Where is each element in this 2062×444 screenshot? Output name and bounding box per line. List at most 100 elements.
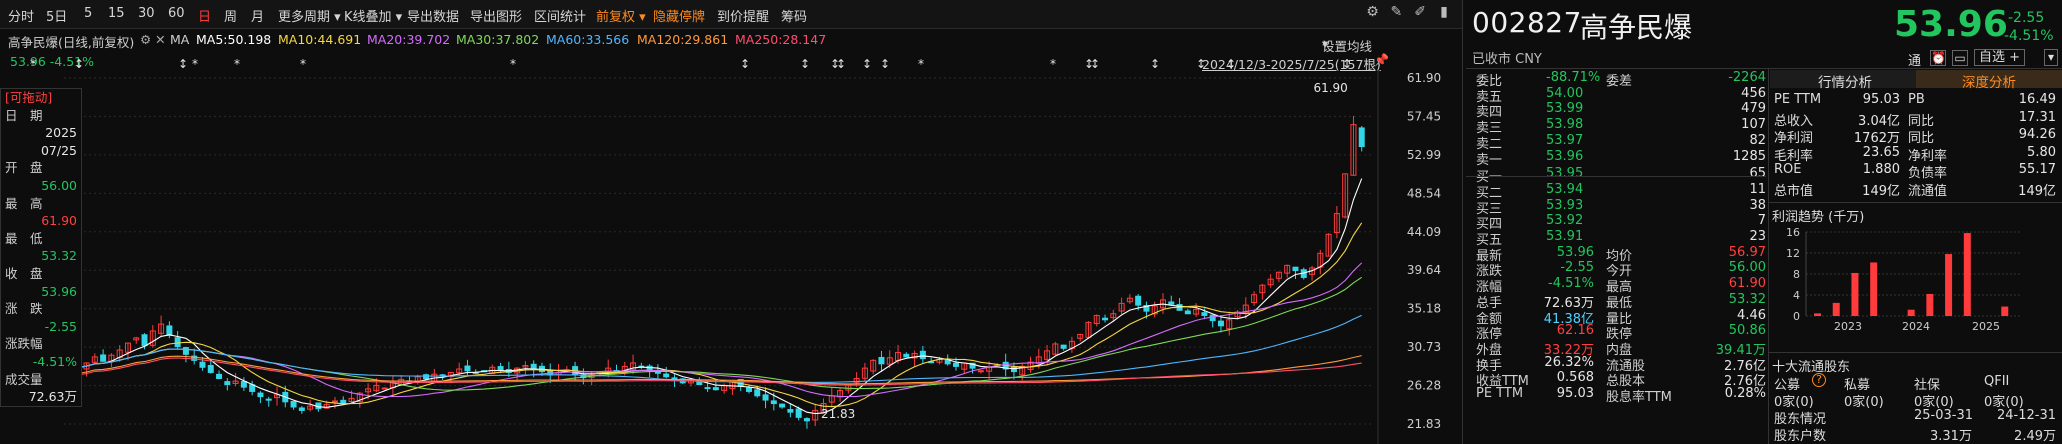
- y-tick-label: 48.54: [1407, 186, 1441, 200]
- stat-value: 56.97: [1728, 244, 1766, 260]
- export-image-button[interactable]: 导出图形: [470, 6, 522, 25]
- ask-row[interactable]: 卖四 53.99 479: [1476, 101, 1766, 120]
- candle-body: [1201, 312, 1208, 316]
- chevron-down-icon[interactable]: ▾: [2044, 49, 2058, 66]
- brush-icon[interactable]: ✐: [1410, 4, 1430, 20]
- y-tick-label: 35.18: [1407, 302, 1441, 316]
- fund-value: 5.80: [2027, 144, 2056, 160]
- profit-bar: [1851, 272, 1859, 316]
- bid-row[interactable]: 买二 53.94 11: [1476, 182, 1766, 201]
- tab-daily[interactable]: 日: [198, 6, 211, 25]
- candle-body: [141, 334, 148, 347]
- info-panel-title[interactable]: [可拖动]: [1, 89, 81, 107]
- candle-body: [803, 418, 810, 422]
- candle-body: [1209, 314, 1216, 322]
- stat-label: PE TTM: [1476, 386, 1524, 401]
- export-data-button[interactable]: 导出数据: [407, 6, 459, 25]
- bid-price: 53.93: [1546, 197, 1584, 213]
- tab-deep-analysis[interactable]: 深度分析: [1962, 71, 2016, 91]
- sidebar-toggle-icon[interactable]: ▮: [1434, 4, 1454, 20]
- chips-button[interactable]: 筹码: [781, 6, 807, 25]
- info-label: 最 高: [5, 195, 43, 211]
- order-ratio-row: 委比 -88.71% 委差 -2264: [1476, 70, 1766, 89]
- candle-body: [1217, 320, 1224, 327]
- stat-value: 26.32%: [1544, 354, 1594, 370]
- candle-body: [745, 387, 752, 392]
- candle-body: [464, 365, 471, 372]
- profit-bar: [1814, 313, 1821, 316]
- bid-row[interactable]: 买四 53.92 7: [1476, 213, 1766, 232]
- tab-30min[interactable]: 30: [138, 6, 155, 21]
- stat-row: 外盘 33.22万 内盘 39.41万: [1476, 339, 1766, 358]
- bid-row[interactable]: 买一 53.95 65: [1476, 166, 1766, 185]
- fund-value: 1762万: [1853, 131, 1900, 146]
- y-tick-label: 21.83: [1407, 417, 1441, 431]
- fund-value: 1.880: [1862, 162, 1900, 177]
- ask-row[interactable]: 卖一 53.96 1285: [1476, 148, 1766, 168]
- chart-header: 高争民爆(日线,前复权) ⚙ ✕ MA MA5:50.198 MA10:44.6…: [8, 32, 1373, 54]
- chevron-down-icon: ▾: [395, 10, 403, 25]
- fund-label: 总收入: [1774, 113, 1814, 129]
- tab-5day[interactable]: 5日: [46, 6, 67, 25]
- tab-15min[interactable]: 15: [108, 6, 125, 21]
- y-tick-label: 39.64: [1407, 263, 1441, 277]
- settings-icon[interactable]: ⚙: [1363, 4, 1383, 20]
- kline-overlay-dropdown[interactable]: K线叠加 ▾: [344, 6, 402, 25]
- tab-5min[interactable]: 5: [84, 6, 92, 21]
- price-alert-button[interactable]: 到价提醒: [717, 6, 769, 25]
- ask-row[interactable]: 卖二 53.97 82: [1476, 132, 1766, 152]
- info-value: 53.32: [41, 248, 77, 264]
- fundamental-row: 总市值 149亿 流通值 149亿: [1772, 180, 2060, 199]
- stat-row: PE TTM 95.03 股息率TTM 0.28%: [1476, 386, 1766, 405]
- event-marker-icon: ↕: [836, 57, 846, 71]
- tab-monthly[interactable]: 月: [251, 6, 264, 25]
- more-periods-dropdown[interactable]: 更多周期 ▾: [278, 6, 341, 25]
- chevron-down-icon: ▾: [639, 10, 646, 25]
- ask-price: 53.97: [1546, 132, 1584, 148]
- ask-price: 54.00: [1546, 85, 1584, 101]
- ask-row[interactable]: 卖五 54.00 456: [1476, 85, 1766, 105]
- crosshair-info-panel[interactable]: [可拖动] 日 期 2025 07/25 开 盘 56.00 最 高 61.90…: [0, 88, 82, 407]
- candle-body: [952, 362, 959, 367]
- adjust-dropdown[interactable]: 前复权 ▾: [596, 6, 646, 25]
- add-watchlist-button[interactable]: 自选 +: [1974, 49, 2026, 66]
- alarm-icon[interactable]: ⏰: [1930, 50, 1946, 66]
- kline-chart[interactable]: 61.90 57.45 52.99 48.54 44.09 39.64 35.18 30.73…: [0, 52, 1462, 444]
- ask-label: 卖一: [1476, 152, 1503, 168]
- order-book: 委比 -88.71% 委差 -2264 卖五 54.00 456 卖四 53.99 479 卖三 53…: [1476, 70, 1766, 444]
- fundamentals: PE TTM 95.03 PB 16.49 总收入 3.04亿 同比 17.31 净利润 1762…: [1772, 92, 2060, 202]
- window-icon[interactable]: ▭: [1952, 50, 1968, 66]
- bid-row[interactable]: 买三 53.93 38: [1476, 197, 1766, 217]
- hide-suspended-button[interactable]: 隐藏停牌: [653, 6, 705, 25]
- event-marker-icon: *: [30, 57, 36, 71]
- top-holders-title: 十大流通股东: [1772, 360, 1851, 375]
- candle-body: [787, 409, 794, 413]
- event-marker-icon: ↕: [880, 57, 890, 71]
- range-stats-button[interactable]: 区间统计: [534, 6, 586, 25]
- last-price: 53.96: [1894, 4, 2008, 45]
- bid-row[interactable]: 买五 53.91 23: [1476, 229, 1766, 248]
- help-icon[interactable]: ?: [1812, 373, 1826, 387]
- profit-bar: [1926, 293, 1934, 316]
- ask-row[interactable]: 卖三 53.98 107: [1476, 117, 1766, 136]
- event-marker-icon: ↕: [1090, 57, 1100, 71]
- tab-market-analysis[interactable]: 行情分析: [1818, 71, 1872, 91]
- info-value: 56.00: [41, 177, 77, 193]
- tab-intraday[interactable]: 分时: [8, 6, 34, 25]
- draw-pen-icon[interactable]: ✎: [1386, 4, 1406, 20]
- price-change-pct: -4.51%: [2004, 28, 2054, 44]
- ask-price: 53.96: [1546, 148, 1584, 164]
- tab-weekly[interactable]: 周: [224, 6, 237, 25]
- candle-body: [257, 392, 264, 398]
- fund-label: 负债率: [1908, 166, 1948, 181]
- fund-label: PE TTM: [1774, 92, 1822, 107]
- tab-60min[interactable]: 60: [168, 6, 185, 21]
- candle-body: [174, 337, 181, 348]
- fund-label: 毛利率: [1774, 148, 1814, 164]
- settings-icon[interactable]: ⚙ ✕: [140, 32, 166, 47]
- candle-body: [331, 400, 338, 403]
- event-marker-icon: ↕: [178, 57, 188, 71]
- fund-label: 净利润: [1774, 131, 1814, 146]
- info-value: -4.51%: [32, 353, 77, 369]
- divider: [1768, 352, 2062, 353]
